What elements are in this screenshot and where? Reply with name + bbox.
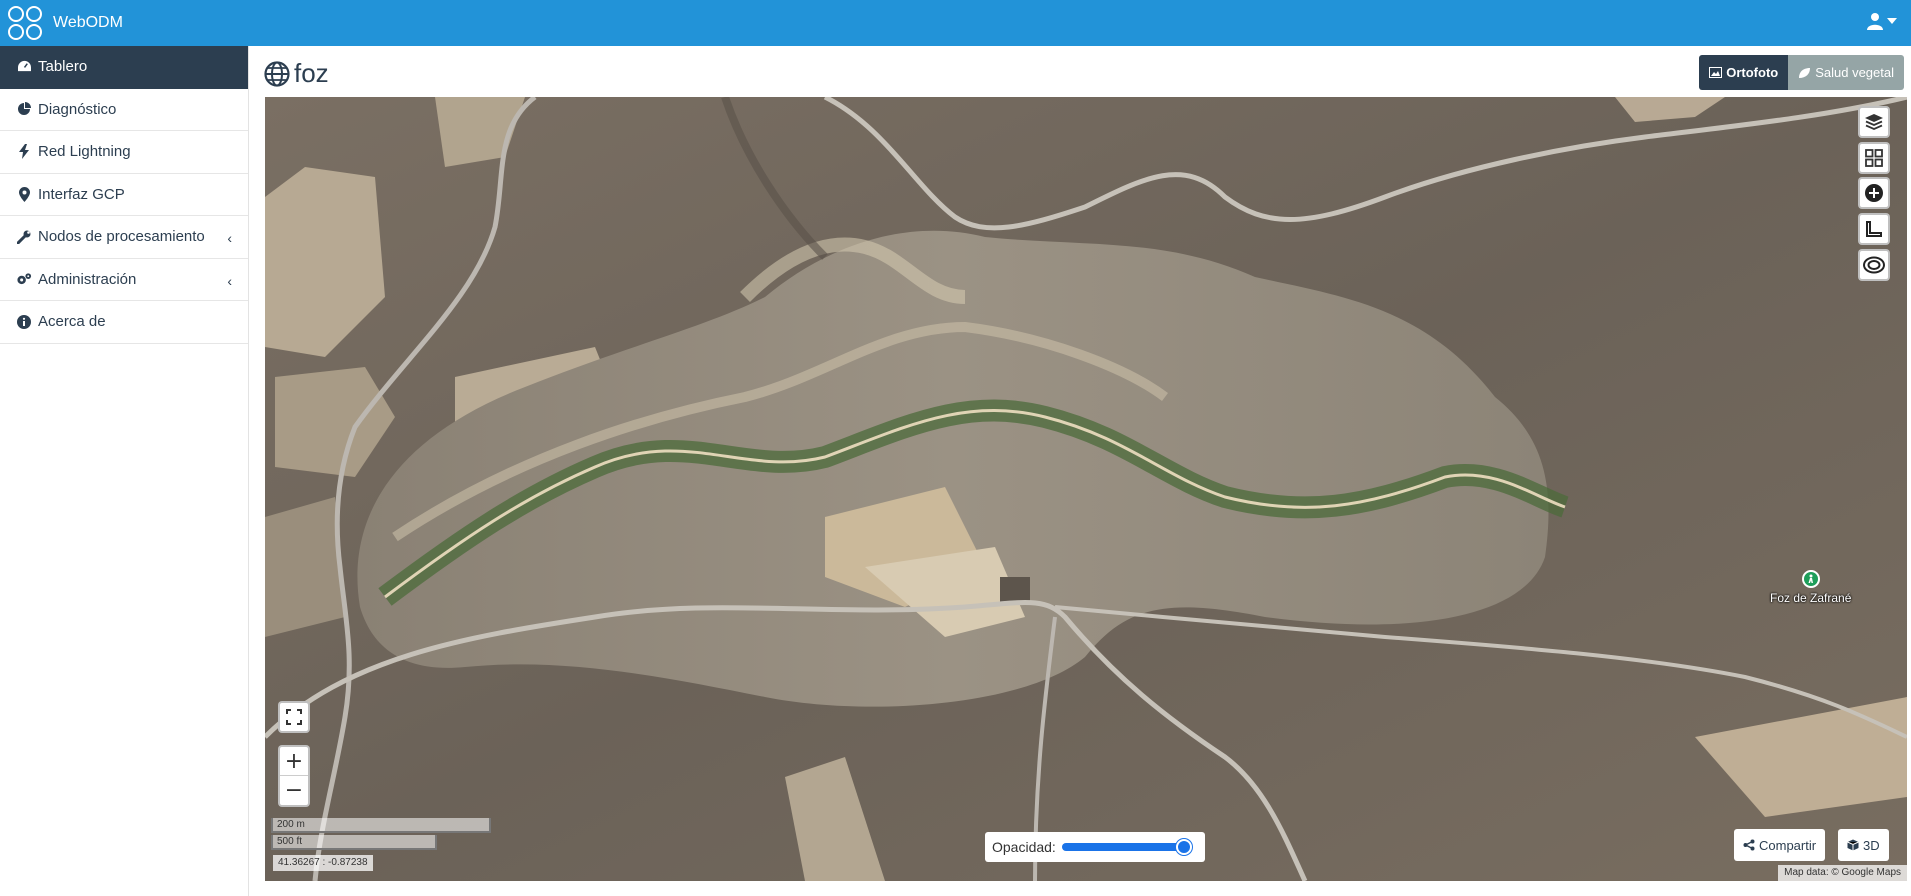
orthophoto-map-image: [265, 97, 1907, 881]
plus-circle-icon: [1865, 184, 1883, 202]
fullscreen-button[interactable]: [278, 701, 310, 733]
contours-icon: [1863, 256, 1885, 274]
scale-bar-metric: 200 m: [271, 818, 491, 833]
sidebar-item-interfaz-gcp[interactable]: Interfaz GCP: [0, 174, 248, 216]
grid-icon: [1865, 149, 1883, 167]
view-3d-label: 3D: [1863, 837, 1880, 853]
sidebar-item-red-lightning[interactable]: Red Lightning: [0, 131, 248, 174]
page-title: foz: [264, 58, 329, 89]
cogs-icon: [16, 271, 32, 287]
view-3d-button[interactable]: 3D: [1838, 829, 1889, 861]
plant-health-button[interactable]: Salud vegetal: [1788, 55, 1904, 90]
cube-icon: [1847, 839, 1859, 851]
angle-left-icon: ‹: [227, 230, 232, 246]
user-icon: [1867, 13, 1883, 30]
share-button[interactable]: Compartir: [1734, 829, 1826, 861]
hiking-icon: [1801, 570, 1820, 588]
opacity-control: Opacidad:: [985, 832, 1205, 862]
share-label: Compartir: [1759, 837, 1817, 853]
opacity-slider-handle[interactable]: [1175, 839, 1192, 855]
sidebar-item-nodos-procesamiento[interactable]: Nodos de procesamiento ‹: [0, 216, 248, 259]
sidebar-item-label: Tablero: [38, 58, 88, 76]
layers-button[interactable]: [1858, 106, 1890, 138]
globe-icon: [264, 60, 290, 87]
view-toggle: Ortofoto Salud vegetal: [1699, 55, 1904, 90]
user-menu[interactable]: [1867, 12, 1897, 30]
image-icon: [1709, 67, 1723, 78]
opacity-slider[interactable]: [1061, 839, 1192, 855]
dashboard-icon: [16, 59, 32, 75]
brand[interactable]: WebODM: [0, 0, 123, 46]
map-marker-icon: [16, 186, 32, 202]
expand-icon: [286, 709, 302, 725]
sidebar-item-label: Administración: [38, 270, 137, 288]
leaf-icon: [1799, 67, 1811, 78]
measure-button[interactable]: [1858, 213, 1890, 245]
sidebar-item-label: Nodos de procesamiento: [38, 228, 205, 246]
webodm-logo-icon: [8, 6, 42, 40]
top-navbar: WebODM: [0, 0, 1911, 46]
caret-down-icon: [1887, 18, 1897, 24]
info-icon: [16, 314, 32, 330]
opacity-label: Opacidad:: [992, 839, 1056, 855]
orthophoto-label: Ortofoto: [1726, 65, 1779, 80]
contours-button[interactable]: [1858, 249, 1890, 281]
sidebar-item-diagnostico[interactable]: Diagnóstico: [0, 89, 248, 131]
map-attribution: Map data: © Google Maps: [1778, 865, 1907, 881]
sidebar-item-label: Red Lightning: [38, 143, 131, 161]
map-view[interactable]: Foz de Zafrané + − 200 m 500 ft 41.36267…: [265, 97, 1907, 881]
zoom-out-button[interactable]: −: [280, 776, 308, 805]
app-name: WebODM: [53, 14, 123, 31]
add-annotation-button[interactable]: [1858, 177, 1890, 209]
coordinates-readout: 41.36267 : -0.87238: [273, 855, 373, 871]
sidebar: Tablero Diagnóstico Red Lightning Interf…: [0, 46, 249, 896]
sidebar-item-acerca-de[interactable]: Acerca de: [0, 301, 248, 344]
poi-marker[interactable]: Foz de Zafrané: [1770, 570, 1851, 605]
zoom-control: + −: [278, 745, 310, 807]
plant-health-label: Salud vegetal: [1815, 65, 1894, 80]
scale-bar-imperial: 500 ft: [271, 835, 437, 850]
bolt-icon: [16, 144, 32, 160]
layers-icon: [1865, 114, 1883, 130]
poi-label: Foz de Zafrané: [1770, 591, 1852, 605]
task-title: foz: [294, 58, 329, 88]
sidebar-item-label: Acerca de: [38, 313, 106, 331]
ruler-icon: [1866, 221, 1882, 237]
wrench-icon: [16, 229, 32, 245]
share-icon: [1743, 839, 1755, 851]
sidebar-item-tablero[interactable]: Tablero: [0, 46, 248, 89]
sidebar-item-label: Interfaz GCP: [38, 185, 125, 203]
zoom-in-button[interactable]: +: [280, 747, 308, 776]
orthophoto-button[interactable]: Ortofoto: [1699, 55, 1789, 90]
angle-left-icon: ‹: [227, 272, 232, 289]
sidebar-item-label: Diagnóstico: [38, 100, 117, 118]
sidebar-item-administracion[interactable]: Administración ‹: [0, 259, 248, 301]
pie-chart-icon: [16, 101, 32, 117]
swipe-compare-button[interactable]: [1858, 142, 1890, 174]
